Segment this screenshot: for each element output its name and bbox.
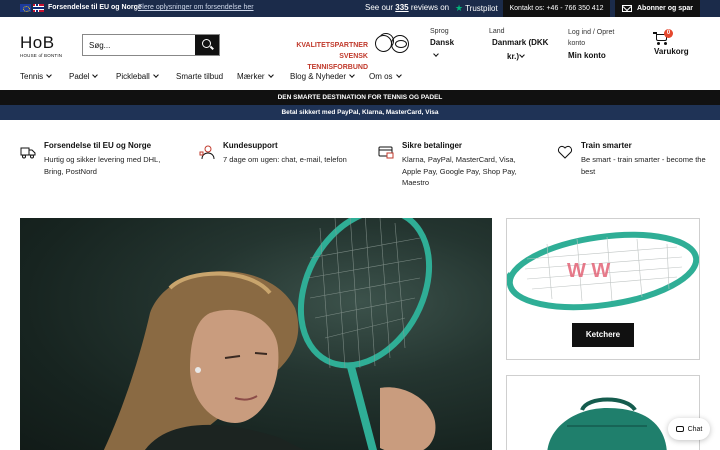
chevron-down-icon xyxy=(152,72,159,78)
nav-label: Padel xyxy=(69,72,90,81)
shipping-info-link[interactable]: Flere oplysninger om forsendelse her xyxy=(138,4,254,11)
search-input[interactable] xyxy=(83,35,196,55)
reviews-count: 335 xyxy=(395,3,409,12)
search-bar xyxy=(82,34,220,56)
trustpilot-reviews[interactable]: See our 335 reviews on xyxy=(365,3,449,12)
cart-label[interactable]: Varukorg xyxy=(654,47,689,56)
bag-product-image xyxy=(547,397,667,450)
search-icon xyxy=(202,39,211,48)
subscribe-button[interactable]: Abonner og spar xyxy=(615,0,700,17)
nav-item-blog[interactable]: Blog & Nyheder xyxy=(290,72,355,81)
hero-illustration xyxy=(103,218,436,450)
promo-banner: DEN SMARTE DESTINATION FOR TENNIS OG PAD… xyxy=(0,90,720,105)
delivery-truck-icon xyxy=(20,147,36,159)
nav-item-maerker[interactable]: Mærker xyxy=(237,72,274,81)
partner-badge-text: KVALITETSPARTNER SVENSK TENNISFORBUND xyxy=(268,40,368,73)
chat-bubble-icon xyxy=(675,426,684,432)
site-logo[interactable]: HoB HOUSE of BONTIN xyxy=(20,33,64,58)
country-chevron-down-icon[interactable] xyxy=(519,52,525,58)
chevron-down-icon xyxy=(395,72,402,78)
nav-item-tennis[interactable]: Tennis xyxy=(20,72,52,81)
nav-item-smarte-tilbud[interactable]: Smarte tilbud xyxy=(176,72,223,81)
category-tile-bags[interactable] xyxy=(506,375,700,450)
nav-item-pickleball[interactable]: Pickleball xyxy=(116,72,159,81)
language-label: Sprog xyxy=(430,28,449,35)
usp-description: 7 dage om ugen: chat, e-mail, telefon xyxy=(223,155,347,164)
trustpilot-logo[interactable]: ★ Trustpilot xyxy=(455,3,498,14)
my-account-link[interactable]: Min konto xyxy=(568,51,606,60)
country-label: Land xyxy=(489,28,505,35)
shipping-notice: Forsendelse til EU og Norge xyxy=(48,4,142,11)
usp-description: Klarna, PayPal, MasterCard, Visa, Apple … xyxy=(402,155,517,187)
nav-item-padel[interactable]: Padel xyxy=(69,72,99,81)
nav-item-om-os[interactable]: Om os xyxy=(369,72,402,81)
reviews-prefix: See our xyxy=(365,3,394,12)
chat-label: Chat xyxy=(687,425,703,433)
flags xyxy=(20,4,44,12)
contact-button[interactable]: Kontakt os: +46 - 766 350 412 xyxy=(503,0,610,17)
nav-label: Smarte tilbud xyxy=(176,72,224,81)
tennis-federation-logo-icon xyxy=(391,35,409,53)
mail-icon xyxy=(621,5,632,12)
account-label[interactable]: Log ind / Opret xyxy=(568,29,614,36)
country-selector[interactable]: Danmark (DKK xyxy=(492,38,548,47)
usp-title: Kundesupport xyxy=(223,141,278,150)
chat-button[interactable]: Chat xyxy=(668,418,710,440)
tennis-ball-logo-icon xyxy=(375,33,394,52)
nav-label: Pickleball xyxy=(116,72,150,81)
eu-flag-icon xyxy=(20,4,31,12)
announcement-bar: Forsendelse til EU og Norge Flere oplysn… xyxy=(0,0,720,17)
account-label-2[interactable]: konto xyxy=(568,40,585,47)
hero-image[interactable] xyxy=(20,218,492,450)
payment-banner: Betal sikkert med PayPal, Klarna, Master… xyxy=(0,105,720,120)
nav-label: Tennis xyxy=(20,72,44,81)
trustpilot-label: Trustpilot xyxy=(465,4,498,13)
usp-title: Forsendelse til EU og Norge xyxy=(44,141,152,150)
language-selector[interactable]: Dansk xyxy=(430,38,454,47)
search-button[interactable] xyxy=(195,35,219,55)
trustpilot-star-icon: ★ xyxy=(455,3,464,13)
usp-title: Train smarter xyxy=(581,141,632,150)
subscribe-label: Abonner og spar xyxy=(636,5,693,12)
chevron-down-icon xyxy=(92,72,99,78)
heart-icon xyxy=(557,145,573,159)
svg-text:W W: W W xyxy=(567,260,610,282)
rackets-button[interactable]: Ketchere xyxy=(572,323,634,347)
usp-description: Hurtig og sikker levering med DHL, Bring… xyxy=(44,155,161,176)
chevron-down-icon xyxy=(46,72,52,78)
reviews-suffix: reviews on xyxy=(410,3,450,12)
language-chevron-down-icon[interactable] xyxy=(433,51,439,57)
support-agent-icon xyxy=(199,145,215,160)
logo-subtitle: HOUSE of BONTIN xyxy=(20,53,63,58)
norway-flag-icon xyxy=(33,4,44,12)
usp-title: Sikre betalinger xyxy=(402,141,463,150)
chevron-down-icon xyxy=(267,72,274,78)
country-selector-currency[interactable]: kr.) xyxy=(507,52,519,61)
nav-label: Om os xyxy=(369,72,393,81)
nav-label: Blog & Nyheder xyxy=(290,72,347,81)
logo-mark: HoB xyxy=(20,33,55,52)
cart-count-badge: 0 xyxy=(664,29,673,38)
usp-description: Be smart - train smarter - become the be… xyxy=(581,155,706,176)
partner-line-1: KVALITETSPARTNER SVENSK xyxy=(296,42,368,60)
nav-label: Mærker xyxy=(237,72,265,81)
chevron-down-icon xyxy=(349,72,355,78)
secure-payment-icon xyxy=(378,146,394,159)
